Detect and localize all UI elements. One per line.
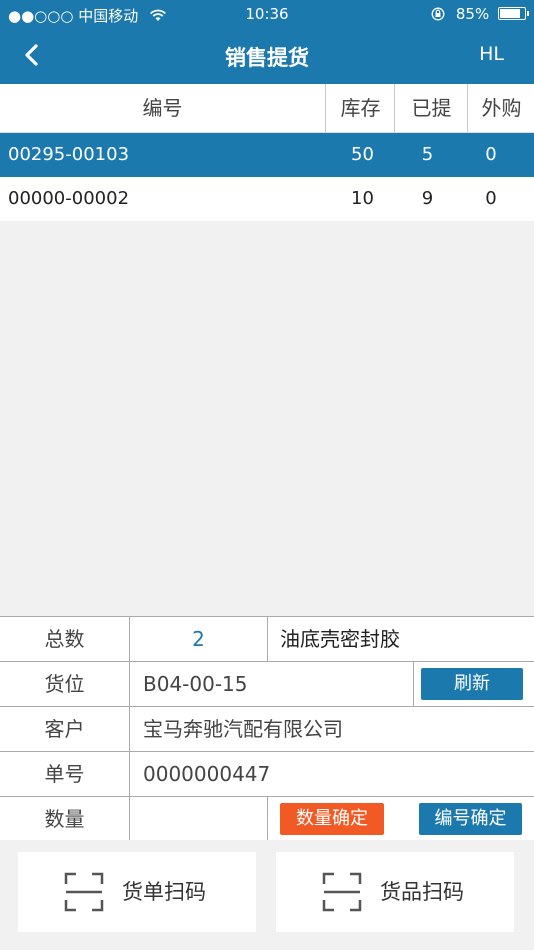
divider [413,662,414,706]
location-value: B04-00-15 [143,672,248,696]
table-row[interactable]: 00295-00103 50 5 0 [0,133,534,177]
quantity-row: 数量 数量确定 编号确定 [0,797,534,841]
cell-outside: 0 [485,144,497,165]
column-header-outside: 外购 [467,84,534,132]
battery-fill [500,9,521,18]
order-value: 0000000447 [143,762,271,786]
scan-icon [64,872,104,912]
product-name: 油底壳密封胶 [280,627,400,651]
column-header-picked: 已提 [394,84,468,132]
location-label: 货位 [0,662,130,706]
customer-value: 宝马奔驰汽配有限公司 [143,717,343,741]
total-row: 总数 2 油底壳密封胶 [0,617,534,662]
scan-area: 货单扫码 货品扫码 [0,840,534,950]
cell-picked: 9 [421,188,434,209]
battery-percent: 85% [455,5,490,23]
status-right: 85% [431,5,529,23]
goods-scan-button[interactable]: 货品扫码 [276,852,514,932]
refresh-button[interactable]: 刷新 [421,668,523,700]
order-scan-button[interactable]: 货单扫码 [18,852,256,932]
cell-outside: 0 [485,188,497,209]
order-scan-label: 货单扫码 [122,880,206,904]
user-initials-button[interactable]: HL [479,43,504,65]
back-chevron-icon[interactable] [18,40,48,70]
goods-scan-label: 货品扫码 [380,880,464,904]
cell-stock: 50 [351,144,374,165]
total-label: 总数 [0,617,130,661]
order-row: 单号 0000000447 [0,752,534,797]
order-label: 单号 [0,752,130,796]
page-title: 销售提货 [225,46,309,70]
table-body: 00295-00103 50 5 0 00000-00002 10 9 0 [0,133,534,221]
confirm-quantity-button[interactable]: 数量确定 [280,803,384,835]
column-header-code: 编号 [142,96,183,120]
quantity-input[interactable] [143,797,263,841]
cell-code: 00000-00002 [8,188,130,209]
app-header: ●●○○○ 中国移动 10:36 85% 销售提货 HL [0,0,534,84]
status-bar: ●●○○○ 中国移动 10:36 85% [0,0,534,28]
divider [267,797,268,841]
customer-row: 客户 宝马奔驰汽配有限公司 [0,707,534,752]
detail-form: 总数 2 油底壳密封胶 货位 B04-00-15 刷新 客户 宝马奔驰汽配有限公… [0,616,534,841]
scan-icon [322,872,362,912]
battery-icon [498,7,529,20]
confirm-code-button[interactable]: 编号确定 [419,803,522,835]
location-row: 货位 B04-00-15 刷新 [0,662,534,707]
customer-label: 客户 [0,707,130,751]
cell-stock: 10 [351,188,374,209]
cell-picked: 5 [421,144,434,165]
column-header-stock: 库存 [325,84,395,132]
rotation-lock-icon [431,7,445,21]
table-row[interactable]: 00000-00002 10 9 0 [0,177,534,221]
cell-code: 00295-00103 [8,144,130,165]
total-value: 2 [130,617,268,661]
table-header: 编号 库存 已提 外购 [0,84,534,133]
quantity-label: 数量 [0,797,130,841]
nav-bar: 销售提货 HL [0,28,534,84]
